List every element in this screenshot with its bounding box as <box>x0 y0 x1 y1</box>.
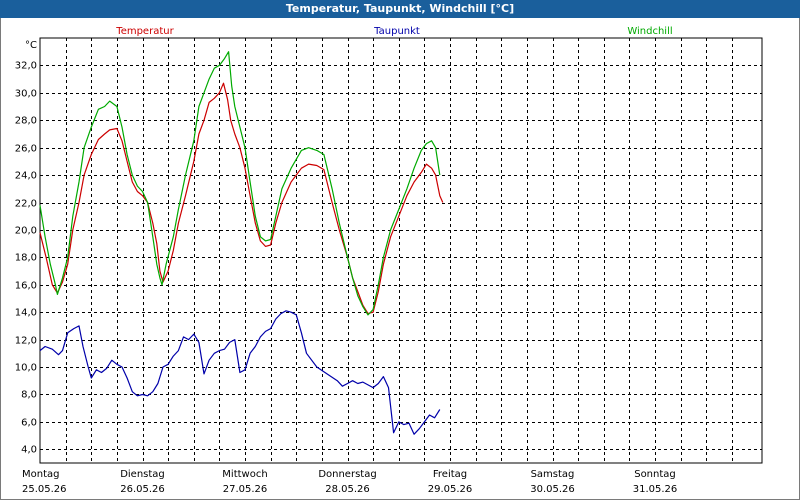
x-tick-day-label: Mittwoch <box>222 469 267 480</box>
x-tick-day-label: Donnerstag <box>318 469 376 480</box>
y-tick-label: 4,0 <box>21 445 37 456</box>
y-tick-label: 20,0 <box>15 226 37 237</box>
y-tick-label: 18,0 <box>15 253 37 264</box>
y-axis-unit-label: °C <box>25 40 37 51</box>
y-tick-label: 32,0 <box>15 61 37 72</box>
legend-entry-temperatur: Temperatur <box>115 26 174 37</box>
y-tick-label: 14,0 <box>15 308 37 319</box>
legend-entry-taupunkt: Taupunkt <box>373 26 420 37</box>
y-tick-label: 22,0 <box>15 199 37 210</box>
x-tick-day-label: Sonntag <box>634 469 676 480</box>
x-tick-date-label: 29.05.26 <box>428 484 473 495</box>
x-tick-day-label: Montag <box>22 469 59 480</box>
x-tick-date-label: 26.05.26 <box>120 484 165 495</box>
x-tick-day-label: Dienstag <box>120 469 165 480</box>
chart-window: Temperatur, Taupunkt, Windchill [°C] 4,0… <box>0 0 800 500</box>
y-tick-label: 8,0 <box>21 390 37 401</box>
y-tick-label: 24,0 <box>15 171 37 182</box>
y-tick-label: 10,0 <box>15 363 37 374</box>
x-tick-date-label: 27.05.26 <box>223 484 268 495</box>
legend-entry-windchill: Windchill <box>627 26 672 37</box>
y-tick-label: 12,0 <box>15 336 37 347</box>
x-tick-day-label: Samstag <box>531 469 575 480</box>
y-tick-label: 30,0 <box>15 89 37 100</box>
y-tick-label: 28,0 <box>15 116 37 127</box>
x-tick-date-label: 30.05.26 <box>530 484 575 495</box>
y-tick-label: 16,0 <box>15 281 37 292</box>
y-tick-label: 26,0 <box>15 144 37 155</box>
x-tick-date-label: 25.05.26 <box>22 484 67 495</box>
y-tick-label: 6,0 <box>21 418 37 429</box>
chart-svg: 4,0 6,0 8,0 10,0 12,0 14,0 16,0 18,0 20,0 22,0 24,… <box>15 26 763 495</box>
x-tick-day-label: Freitag <box>433 469 467 480</box>
plot-area <box>39 37 763 464</box>
x-tick-date-label: 28.05.26 <box>325 484 370 495</box>
x-tick-date-label: 31.05.26 <box>633 484 678 495</box>
